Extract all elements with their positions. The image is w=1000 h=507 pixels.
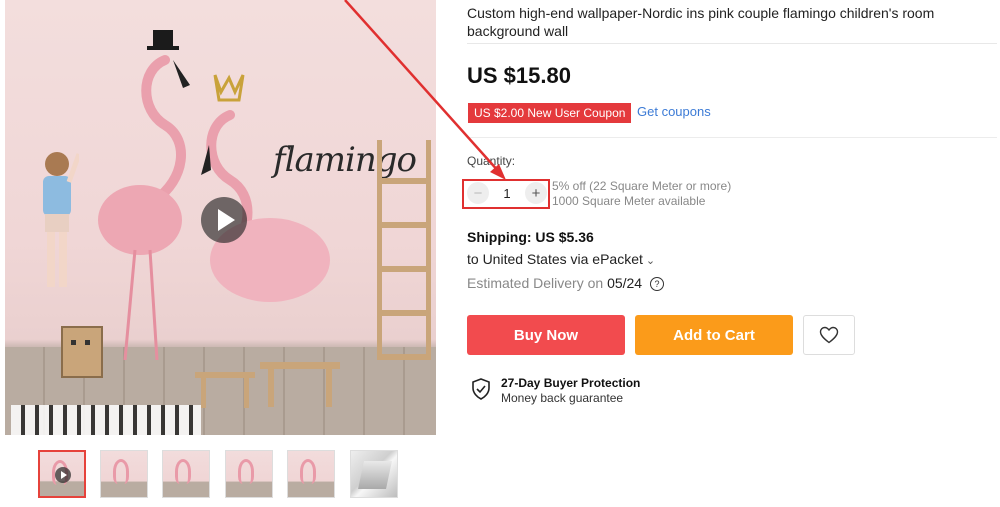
divider: [467, 43, 997, 44]
thumbnail-image-2[interactable]: [100, 450, 148, 498]
flamingo-thumb-art: [175, 459, 191, 484]
thumbnail-image-5[interactable]: [287, 450, 335, 498]
add-to-cart-button[interactable]: Add to Cart: [635, 315, 793, 355]
bulk-discount-note: 5% off (22 Square Meter or more): [552, 179, 732, 193]
child-figure: [43, 152, 79, 287]
play-video-button[interactable]: [201, 197, 247, 243]
wooden-ladder: [377, 140, 431, 360]
quantity-decrease-button[interactable]: −: [467, 182, 489, 204]
thumbnail-image-4[interactable]: [225, 450, 273, 498]
kids-table: [195, 372, 255, 414]
thumbnail-wallpaper-roll[interactable]: [350, 450, 398, 498]
estimated-delivery: Estimated Delivery on 05/24 ?: [467, 275, 664, 291]
quantity-label: Quantity:: [467, 154, 516, 168]
flamingo-thumb-art: [113, 459, 129, 484]
heart-icon: [819, 326, 839, 344]
flamingo-thumb-art: [300, 459, 316, 484]
flamingo-illustration: [98, 30, 190, 360]
product-title: Custom high-end wallpaper-Nordic ins pin…: [467, 5, 935, 39]
shipping-destination-text: to United States via ePacket: [467, 251, 643, 267]
thumbnail-image-3[interactable]: [162, 450, 210, 498]
new-user-coupon-badge[interactable]: US $2.00 New User Coupon: [468, 103, 632, 123]
thumbnail-video[interactable]: [38, 450, 86, 498]
wooden-toy-robot: [61, 326, 103, 378]
product-price: US $15.80: [467, 63, 571, 88]
shield-check-icon: [472, 378, 490, 400]
kids-table-2: [260, 362, 340, 413]
divider: [467, 137, 997, 138]
quantity-increase-button[interactable]: +: [525, 182, 547, 204]
buy-now-button[interactable]: Buy Now: [467, 315, 625, 355]
buyer-protection-subtitle: Money back guarantee: [501, 391, 624, 405]
rug: [11, 405, 201, 435]
get-coupons-link[interactable]: Get coupons: [637, 104, 711, 119]
delivery-prefix: Estimated Delivery on: [467, 275, 604, 291]
quantity-input[interactable]: 1: [497, 186, 517, 201]
buyer-protection-title: 27-Day Buyer Protection: [501, 376, 641, 390]
play-icon: [55, 467, 71, 483]
shipping-destination-selector[interactable]: to United States via ePacket ⌄: [467, 251, 655, 267]
wishlist-button[interactable]: [803, 315, 855, 355]
flamingo-thumb-art: [238, 459, 254, 484]
product-main-image[interactable]: flamingo: [5, 0, 436, 435]
help-icon[interactable]: ?: [650, 277, 664, 291]
shipping-price: Shipping: US $5.36: [467, 229, 594, 245]
delivery-date: 05/24: [607, 275, 643, 291]
quantity-stepper: − 1 +: [467, 181, 547, 205]
chevron-down-icon: ⌄: [645, 255, 656, 267]
availability-note: 1000 Square Meter available: [552, 194, 706, 208]
